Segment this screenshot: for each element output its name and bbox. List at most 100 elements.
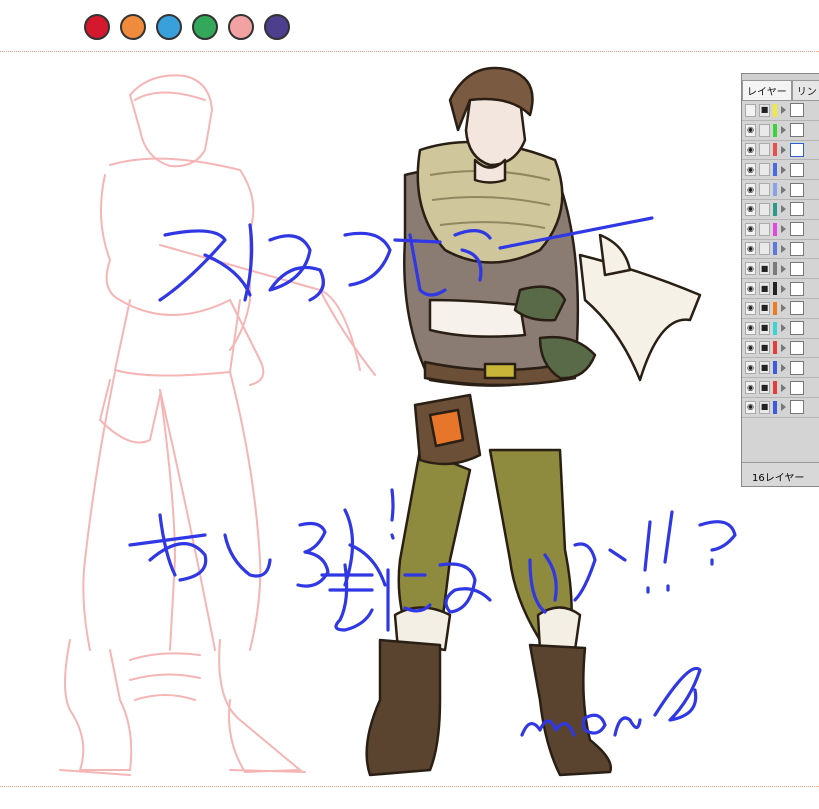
expand-triangle-icon[interactable]	[781, 343, 786, 352]
expand-triangle-icon[interactable]	[781, 185, 786, 194]
layer-row[interactable]: ◉	[742, 141, 819, 161]
lock-icon[interactable]: ■	[759, 381, 770, 395]
lock-icon[interactable]: ■	[759, 301, 770, 315]
unlock-icon[interactable]	[759, 123, 770, 137]
expand-triangle-icon[interactable]	[781, 145, 786, 154]
layer-row[interactable]: ◉ ■	[742, 319, 819, 339]
eye-icon[interactable]: ◉	[745, 301, 756, 315]
eye-icon[interactable]: ◉	[745, 123, 756, 137]
layer-thumbnail[interactable]	[790, 281, 804, 296]
pink-sketch-figure	[59, 74, 376, 776]
expand-triangle-icon[interactable]	[781, 383, 786, 392]
lock-icon[interactable]: ■	[759, 103, 770, 117]
layer-color-tag	[773, 123, 777, 137]
layer-color-tag	[773, 163, 777, 177]
eye-icon[interactable]: ◉	[745, 262, 756, 276]
layer-row[interactable]: ◉ ■	[742, 299, 819, 319]
eye-icon[interactable]: ◉	[745, 222, 756, 236]
expand-triangle-icon[interactable]	[781, 225, 786, 234]
layer-thumbnail[interactable]	[790, 301, 804, 316]
layer-row[interactable]: ◉ ■	[742, 378, 819, 398]
lock-icon[interactable]: ■	[759, 341, 770, 355]
lock-icon[interactable]: ■	[759, 262, 770, 276]
layer-color-tag	[773, 282, 777, 296]
layer-row[interactable]: ◉	[742, 180, 819, 200]
layer-thumbnail[interactable]	[790, 123, 804, 138]
tab-layers[interactable]: レイヤー	[742, 80, 792, 100]
unlock-icon[interactable]	[759, 242, 770, 256]
layer-color-tag	[773, 103, 777, 117]
layer-row[interactable]: ◉ ■	[742, 259, 819, 280]
unlock-icon[interactable]	[759, 183, 770, 197]
layer-color-tag	[773, 262, 777, 276]
expand-triangle-icon[interactable]	[781, 403, 786, 412]
eye-icon[interactable]: ◉	[745, 321, 756, 335]
layer-color-tag	[773, 143, 777, 157]
expand-triangle-icon[interactable]	[781, 244, 786, 253]
layer-row[interactable]: ◉	[742, 220, 819, 240]
layer-thumbnail[interactable]	[790, 400, 804, 415]
layer-row[interactable]: ◉ ■	[742, 279, 819, 299]
layer-color-tag	[773, 341, 777, 355]
layer-row[interactable]: ◉	[742, 200, 819, 220]
expand-triangle-icon[interactable]	[781, 165, 786, 174]
layer-color-tag	[773, 321, 777, 335]
layers-panel[interactable]: レイヤー リン ■ ◉ ◉ ◉ ◉ ◉ ◉ ◉ ◉ ■ ◉ ■ ◉ ■ ◉ ■ ◉ ■ ◉ ■ ◉ ■ ◉ ■ 16レイヤー	[741, 73, 819, 487]
layer-thumbnail[interactable]	[790, 321, 804, 336]
layer-thumbnail[interactable]	[790, 380, 804, 395]
lock-icon[interactable]: ■	[759, 361, 770, 375]
eye-icon[interactable]: ◉	[745, 282, 756, 296]
eye-icon[interactable]: ◉	[745, 242, 756, 256]
lock-icon[interactable]: ■	[759, 282, 770, 296]
eye-icon[interactable]: ◉	[745, 183, 756, 197]
layer-thumbnail[interactable]	[790, 142, 804, 157]
lock-icon[interactable]: ■	[759, 400, 770, 414]
expand-triangle-icon[interactable]	[781, 304, 786, 313]
eye-icon[interactable]: ◉	[745, 361, 756, 375]
layer-thumbnail[interactable]	[790, 182, 804, 197]
eye-icon[interactable]: ◉	[745, 143, 756, 157]
expand-triangle-icon[interactable]	[781, 205, 786, 214]
layer-thumbnail[interactable]	[790, 103, 804, 118]
layer-thumbnail[interactable]	[790, 340, 804, 355]
unlock-icon[interactable]	[759, 143, 770, 157]
unlock-icon[interactable]	[759, 222, 770, 236]
layer-color-tag	[773, 400, 777, 414]
tab-link[interactable]: リン	[791, 80, 819, 100]
layer-color-tag	[773, 361, 777, 375]
unlock-icon[interactable]	[759, 202, 770, 216]
eye-icon[interactable]: ◉	[745, 381, 756, 395]
layer-thumbnail[interactable]	[790, 360, 804, 375]
layer-count: 16レイヤー	[742, 462, 819, 486]
expand-triangle-icon[interactable]	[781, 264, 786, 273]
layer-row[interactable]: ■	[742, 101, 819, 121]
unlock-icon[interactable]	[759, 163, 770, 177]
expand-triangle-icon[interactable]	[781, 106, 786, 115]
expand-triangle-icon[interactable]	[781, 284, 786, 293]
expand-triangle-icon[interactable]	[781, 126, 786, 135]
expand-triangle-icon[interactable]	[781, 363, 786, 372]
layer-thumbnail[interactable]	[790, 241, 804, 256]
layer-color-tag	[773, 242, 777, 256]
eye-hidden-icon[interactable]	[745, 103, 756, 117]
expand-triangle-icon[interactable]	[781, 324, 786, 333]
layer-thumbnail[interactable]	[790, 202, 804, 217]
eye-icon[interactable]: ◉	[745, 341, 756, 355]
eye-icon[interactable]: ◉	[745, 400, 756, 414]
layer-thumbnail[interactable]	[790, 162, 804, 177]
layer-row[interactable]: ◉	[742, 160, 819, 181]
layer-row[interactable]: ◉ ■	[742, 339, 819, 359]
drawing-canvas[interactable]	[0, 0, 819, 809]
layer-row[interactable]: ◉	[742, 121, 819, 141]
layer-row[interactable]: ◉ ■	[742, 398, 819, 418]
layer-row[interactable]: ◉ ■	[742, 358, 819, 379]
lock-icon[interactable]: ■	[759, 321, 770, 335]
layer-color-tag	[773, 222, 777, 236]
colored-character-figure	[365, 66, 702, 777]
eye-icon[interactable]: ◉	[745, 163, 756, 177]
eye-icon[interactable]: ◉	[745, 202, 756, 216]
layer-color-tag	[773, 381, 777, 395]
layer-row[interactable]: ◉	[742, 240, 819, 260]
layer-thumbnail[interactable]	[790, 222, 804, 237]
layer-thumbnail[interactable]	[790, 261, 804, 276]
